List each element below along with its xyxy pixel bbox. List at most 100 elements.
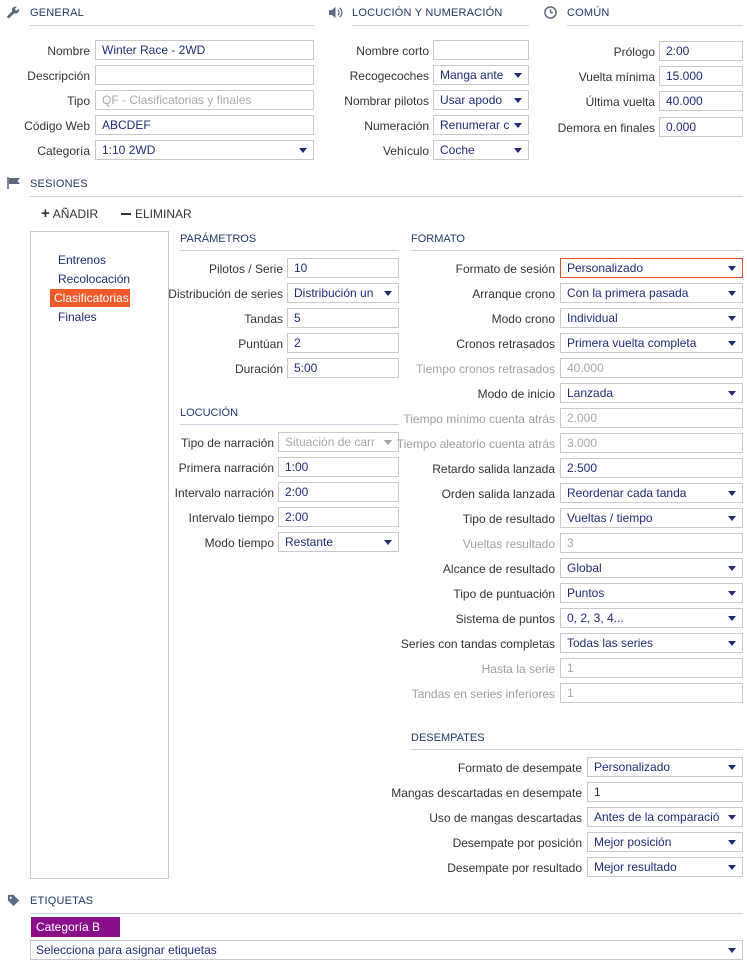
codigo-web-input[interactable]: ABCDEF (95, 115, 314, 135)
cronos-retrasados-value: Primera vuelta completa (567, 336, 697, 350)
tipo-puntuacion-select[interactable]: Puntos (560, 583, 743, 603)
tiempo-aleatorio-cuenta-atras-input: 3.000 (560, 433, 743, 453)
speaker-icon (329, 6, 343, 19)
tiempo-aleatorio-cuenta-atras-label: Tiempo aleatorio cuenta atrás (396, 437, 555, 451)
orden-salida-lanzada-label: Orden salida lanzada (441, 487, 555, 501)
modo-tiempo-select[interactable]: Restante (278, 532, 399, 552)
tipo-resultado-select[interactable]: Vueltas / tiempo (560, 508, 743, 528)
demora-finales-input[interactable]: 0.000 (659, 117, 743, 137)
uso-mangas-descartadas-select[interactable]: Antes de la comparació (587, 807, 743, 827)
remove-session-label: ELIMINAR (135, 207, 192, 221)
recogecoches-select[interactable]: Manga ante (433, 65, 529, 85)
modo-crono-value: Individual (567, 311, 618, 325)
tandas-input[interactable]: 5 (287, 308, 399, 328)
distribucion-series-select[interactable]: Distribución un (287, 283, 399, 303)
tipo-narracion-value: Situación de carr (285, 435, 376, 449)
sistema-puntos-label: Sistema de puntos (455, 612, 555, 626)
duracion-input[interactable]: 5:00 (287, 358, 399, 378)
retardo-salida-lanzada-input[interactable]: 2.500 (560, 458, 743, 478)
chevron-down-icon (728, 391, 736, 396)
puntuan-label: Puntúan (238, 337, 283, 351)
intervalo-tiempo-input[interactable]: 2:00 (278, 507, 399, 527)
comun-section-title: COMÚN (567, 7, 610, 19)
desempates-divider (411, 749, 743, 750)
arranque-crono-select[interactable]: Con la primera pasada (560, 283, 743, 303)
chevron-down-icon (384, 291, 392, 296)
chevron-down-icon (728, 291, 736, 296)
ultima-vuelta-input[interactable]: 40.000 (659, 91, 743, 111)
modo-crono-select[interactable]: Individual (560, 308, 743, 328)
recogecoches-label: Recogecoches (349, 69, 429, 83)
vehiculo-label: Vehículo (382, 144, 429, 158)
formato-desempate-select[interactable]: Personalizado (587, 757, 743, 777)
chevron-down-icon (728, 865, 736, 870)
duracion-label: Duración (234, 362, 283, 376)
etiquetas-select-placeholder: Selecciona para asignar etiquetas (36, 943, 217, 957)
descripcion-input[interactable] (95, 65, 314, 85)
intervalo-tiempo-label: Intervalo tiempo (188, 511, 274, 525)
vuelta-minima-input[interactable]: 15.000 (659, 66, 743, 86)
formato-sesion-select[interactable]: Personalizado (560, 258, 743, 278)
alcance-resultado-select[interactable]: Global (560, 558, 743, 578)
demora-finales-label: Demora en finales (557, 121, 655, 135)
intervalo-narracion-input[interactable]: 2:00 (278, 482, 399, 502)
session-item-entrenos[interactable]: Entrenos (54, 251, 110, 269)
vuelta-minima-label: Vuelta mínima (578, 70, 655, 84)
formato-sesion-value: Personalizado (567, 261, 644, 275)
desempate-resultado-value: Mejor resultado (594, 860, 677, 874)
chevron-down-icon (728, 765, 736, 770)
chevron-down-icon (728, 516, 736, 521)
remove-session-button[interactable]: ELIMINAR (121, 207, 192, 221)
tandas-series-inferiores-input: 1 (560, 683, 743, 703)
numeracion-select[interactable]: Renumerar c (433, 115, 529, 135)
mangas-descartadas-label: Mangas descartadas en desempate (391, 786, 582, 800)
hasta-serie-label: Hasta la serie (481, 662, 555, 676)
series-tandas-completas-select[interactable]: Todas las series (560, 633, 743, 653)
session-list: Entrenos Recolocación Clasificatorias Fi… (30, 231, 169, 879)
general-section-title: GENERAL (30, 7, 84, 19)
desempate-posicion-select[interactable]: Mejor posición (587, 832, 743, 852)
session-item-recolocacion[interactable]: Recolocación (54, 270, 134, 288)
formato-desempate-label: Formato de desempate (457, 761, 582, 775)
alcance-resultado-label: Alcance de resultado (442, 562, 555, 576)
formato-sesion-label: Formato de sesión (455, 262, 555, 276)
alcance-resultado-value: Global (567, 561, 602, 575)
nombre-corto-input[interactable] (433, 40, 529, 60)
chevron-down-icon (728, 840, 736, 845)
add-session-button[interactable]: + AÑADIR (41, 206, 99, 221)
chevron-down-icon (728, 948, 736, 953)
modo-inicio-select[interactable]: Lanzada (560, 383, 743, 403)
flag-icon (7, 177, 20, 189)
primera-narracion-input[interactable]: 1:00 (278, 457, 399, 477)
chevron-down-icon (728, 566, 736, 571)
chevron-down-icon (384, 540, 392, 545)
cronos-retrasados-label: Cronos retrasados (456, 337, 555, 351)
tag-chip[interactable]: Categoría B (31, 917, 120, 937)
sistema-puntos-select[interactable]: 0, 2, 3, 4... (560, 608, 743, 628)
session-item-clasificatorias[interactable]: Clasificatorias (50, 289, 130, 307)
prologo-input[interactable]: 2:00 (659, 41, 743, 61)
add-session-label: AÑADIR (52, 207, 99, 221)
nombre-input[interactable]: Winter Race - 2WD (95, 40, 314, 60)
session-item-finales[interactable]: Finales (54, 308, 101, 326)
cronos-retrasados-select[interactable]: Primera vuelta completa (560, 333, 743, 353)
modo-inicio-value: Lanzada (567, 386, 614, 400)
formato-divider (411, 250, 743, 251)
orden-salida-lanzada-value: Reordenar cada tanda (567, 486, 687, 500)
tipo-resultado-label: Tipo de resultado (462, 512, 555, 526)
mangas-descartadas-input[interactable]: 1 (587, 782, 743, 802)
orden-salida-lanzada-select[interactable]: Reordenar cada tanda (560, 483, 743, 503)
vehiculo-select[interactable]: Coche (433, 140, 529, 160)
chevron-down-icon (728, 491, 736, 496)
nombrar-pilotos-select[interactable]: Usar apodo (433, 90, 529, 110)
desempate-posicion-label: Desempate por posición (452, 836, 582, 850)
pilotos-serie-input[interactable]: 10 (287, 258, 399, 278)
desempate-resultado-select[interactable]: Mejor resultado (587, 857, 743, 877)
tipo-resultado-value: Vueltas / tiempo (567, 511, 653, 525)
nombre-corto-label: Nombre corto (356, 44, 429, 58)
puntuan-input[interactable]: 2 (287, 333, 399, 353)
pilotos-serie-label: Pilotos / Serie (208, 262, 283, 276)
hasta-serie-input: 1 (560, 658, 743, 678)
etiquetas-select[interactable]: Selecciona para asignar etiquetas (30, 940, 743, 960)
categoria-select[interactable]: 1:10 2WD (95, 140, 314, 160)
